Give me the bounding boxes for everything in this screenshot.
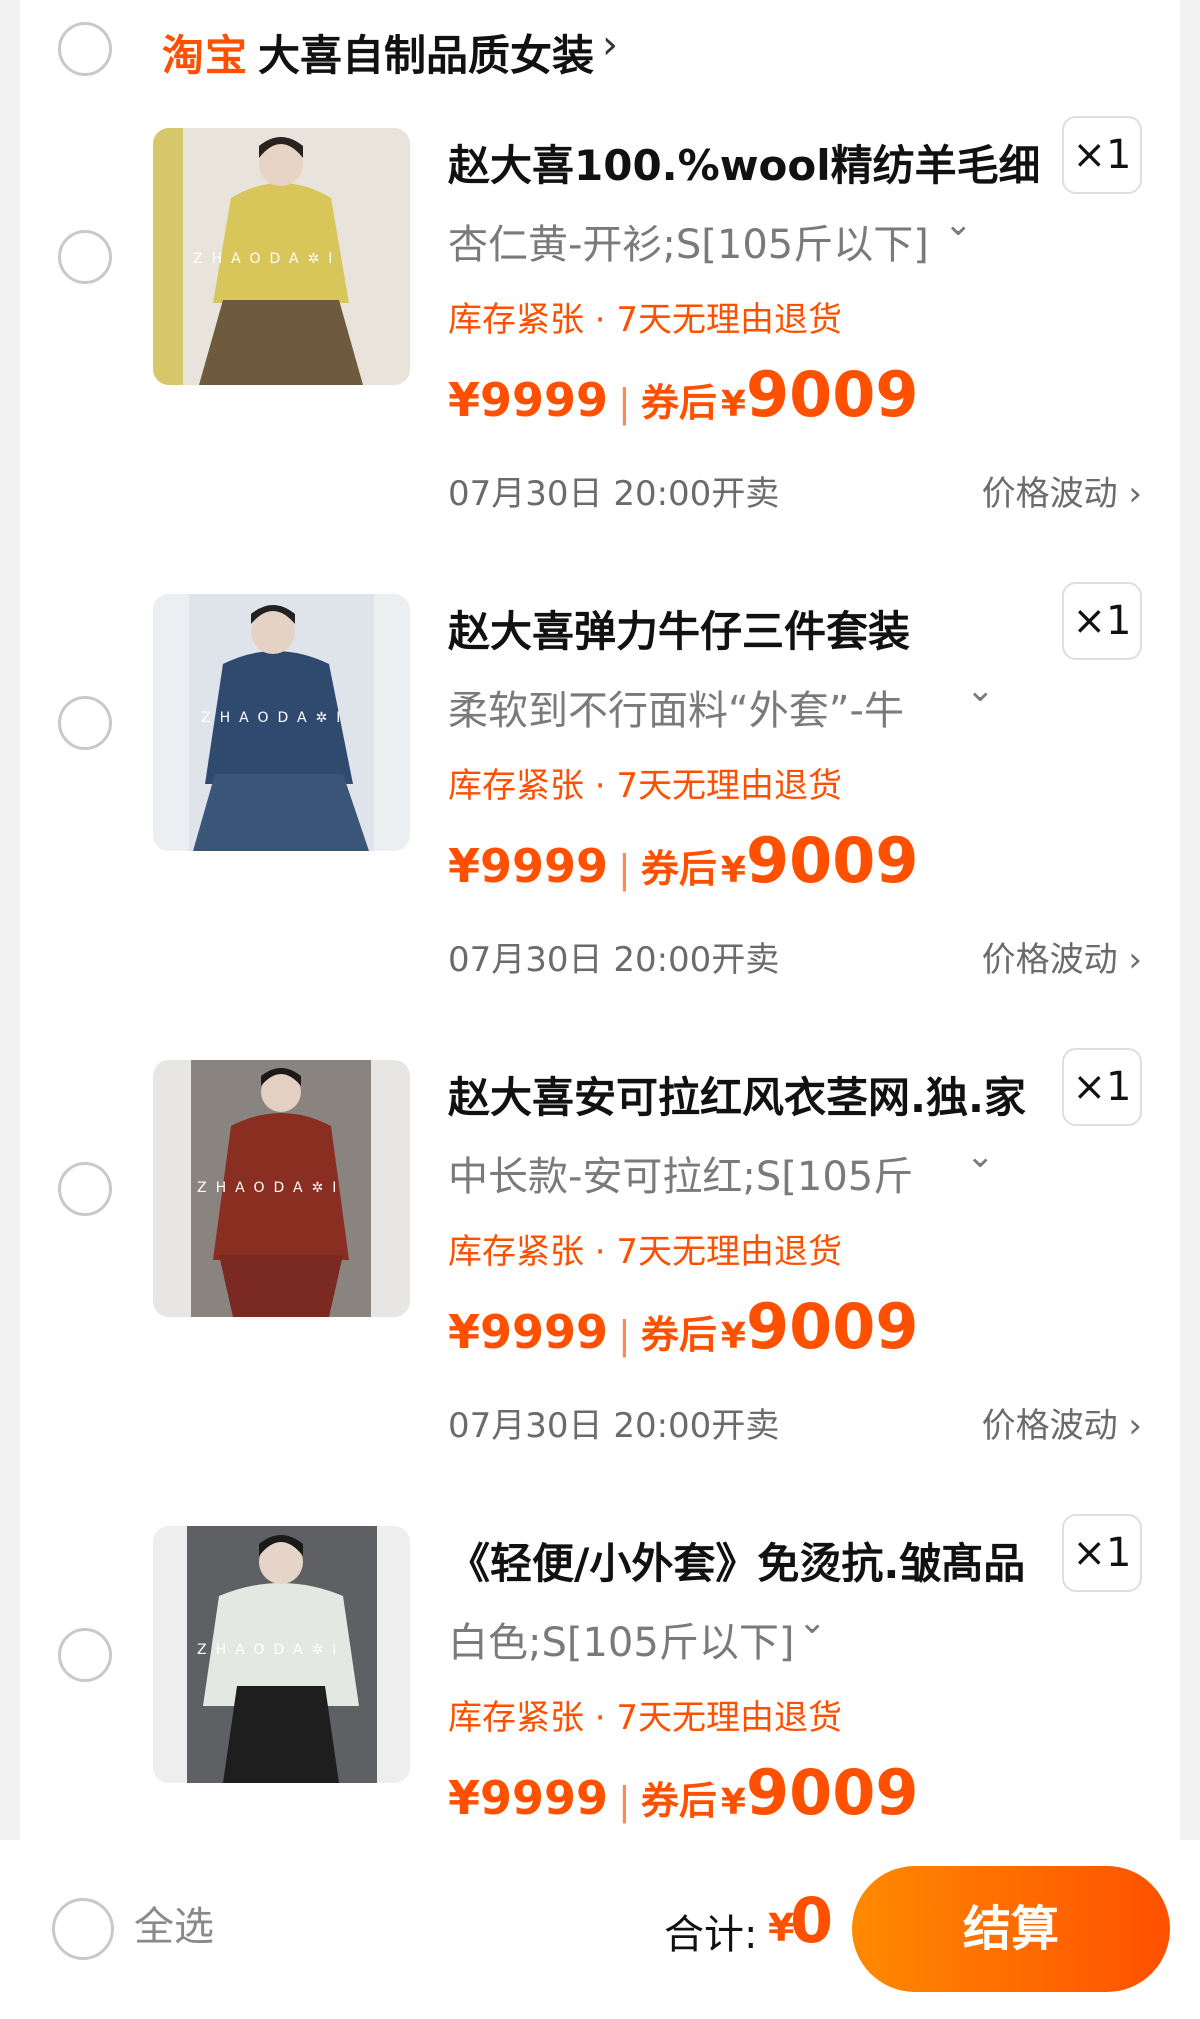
product-title[interactable]: 赵大喜弹力牛仔三件套装: [448, 598, 1038, 659]
price-divider: |: [618, 381, 631, 425]
product-image[interactable]: ZHAODA✲I: [153, 128, 410, 385]
product-title[interactable]: 《轻便/小外套》免烫抗.皱髙品: [448, 1530, 1038, 1591]
final-price: 9009: [745, 1756, 919, 1829]
sale-time: 07月30日 20:00开卖: [448, 1406, 780, 1446]
final-price: 9009: [745, 358, 919, 431]
item-select-radio[interactable]: [58, 1628, 112, 1682]
chevron-down-icon[interactable]: ⌄: [944, 204, 973, 244]
cart-item: ZHAODA✲I 赵大喜100.%wool精纺羊毛细 ×1 杏仁黄-开衫;S[1…: [0, 116, 1200, 593]
product-image[interactable]: ZHAODA✲I: [153, 1060, 410, 1317]
shop-select-radio[interactable]: [58, 22, 112, 76]
product-image-art: ZHAODA✲I: [153, 128, 410, 385]
sku-selector[interactable]: 中长款-安可拉红;S[105斤: [448, 1144, 913, 1202]
price-row: ¥9999 | 券后 ¥9009: [448, 358, 919, 431]
product-image[interactable]: ZHAODA✲I: [153, 1526, 410, 1783]
coupon-label: 券后: [640, 1779, 717, 1823]
product-title[interactable]: 赵大喜100.%wool精纺羊毛细: [448, 132, 1038, 193]
total-label: 合计:: [664, 1912, 758, 1958]
sku-selector[interactable]: 柔软到不行面料“外套”-牛: [448, 678, 904, 736]
price-divider: |: [618, 847, 631, 891]
quantity-button[interactable]: ×1: [1062, 582, 1142, 660]
select-all-label[interactable]: 全选: [134, 1894, 214, 1952]
sale-time: 07月30日 20:00开卖: [448, 940, 780, 980]
price-divider: |: [618, 1313, 631, 1357]
coupon-label: 券后: [640, 1313, 717, 1357]
item-select-radio[interactable]: [58, 230, 112, 284]
item-select-radio[interactable]: [58, 1162, 112, 1216]
total-amount: 0: [790, 1884, 834, 1957]
shop-name[interactable]: 大喜自制品质女装: [258, 22, 594, 83]
product-image-art: ZHAODA✲I: [153, 1060, 410, 1317]
currency-symbol: ¥: [720, 384, 746, 425]
coupon-label: 券后: [640, 847, 717, 891]
checkout-button[interactable]: 结算: [852, 1866, 1170, 1992]
currency-symbol: ¥: [720, 850, 746, 891]
select-all-radio[interactable]: [52, 1898, 114, 1960]
price-row: ¥9999 | 券后 ¥9009: [448, 1756, 919, 1829]
original-price: ¥9999: [448, 1771, 609, 1825]
final-price: 9009: [745, 824, 919, 897]
product-image[interactable]: ZHAODA✲I: [153, 594, 410, 851]
brand-watermark: ZHAODA✲I: [201, 710, 349, 726]
quantity-button[interactable]: ×1: [1062, 116, 1142, 194]
chevron-down-icon[interactable]: ⌄: [966, 1136, 995, 1176]
currency-symbol: ¥: [720, 1316, 746, 1357]
price-fluctuation-link[interactable]: 价格波动 ›: [982, 466, 1142, 515]
sale-time: 07月30日 20:00开卖: [448, 474, 780, 514]
coupon-label: 券后: [640, 381, 717, 425]
chevron-right-icon[interactable]: ›: [602, 22, 618, 68]
taobao-logo: 淘宝: [162, 31, 249, 80]
currency-symbol: ¥: [720, 1782, 746, 1823]
cart-item: ZHAODA✲I 赵大喜弹力牛仔三件套装 ×1 柔软到不行面料“外套”-牛 ⌄ …: [0, 582, 1200, 1059]
product-tags: 库存紧张 · 7天无理由退货: [448, 1698, 843, 1738]
brand-watermark: ZHAODA✲I: [197, 1180, 345, 1196]
brand-watermark: ZHAODA✲I: [193, 251, 341, 267]
sku-selector[interactable]: 白色;S[105斤以下]: [448, 1610, 794, 1668]
product-tags: 库存紧张 · 7天无理由退货: [448, 766, 843, 806]
price-row: ¥9999 | 券后 ¥9009: [448, 1290, 919, 1363]
cart-item: ZHAODA✲I 赵大喜安可拉红风衣茎网.独.家 ×1 中长款-安可拉红;S[1…: [0, 1048, 1200, 1525]
product-title[interactable]: 赵大喜安可拉红风衣茎网.独.家: [448, 1064, 1038, 1125]
product-tags: 库存紧张 · 7天无理由退货: [448, 300, 843, 340]
original-price: ¥9999: [448, 839, 609, 893]
brand-watermark: ZHAODA✲I: [197, 1642, 345, 1658]
price-divider: |: [618, 1779, 631, 1823]
quantity-button[interactable]: ×1: [1062, 1514, 1142, 1592]
price-fluctuation-link[interactable]: 价格波动 ›: [982, 932, 1142, 981]
item-select-radio[interactable]: [58, 696, 112, 750]
price-fluctuation-link[interactable]: 价格波动 ›: [982, 1398, 1142, 1447]
product-image-art: ZHAODA✲I: [153, 1526, 410, 1783]
original-price: ¥9999: [448, 1305, 609, 1359]
original-price: ¥9999: [448, 373, 609, 427]
product-image-art: ZHAODA✲I: [153, 594, 410, 851]
checkout-bar: 全选 合计: ¥ 0 结算: [0, 1840, 1200, 2019]
sku-selector[interactable]: 杏仁黄-开衫;S[105斤以下]: [448, 212, 929, 270]
shop-header[interactable]: 淘宝 大喜自制品质女装 ›: [0, 0, 1200, 100]
product-tags: 库存紧张 · 7天无理由退货: [448, 1232, 843, 1272]
quantity-button[interactable]: ×1: [1062, 1048, 1142, 1126]
chevron-down-icon[interactable]: ⌄: [798, 1602, 827, 1642]
chevron-down-icon[interactable]: ⌄: [966, 670, 995, 710]
final-price: 9009: [745, 1290, 919, 1363]
price-row: ¥9999 | 券后 ¥9009: [448, 824, 919, 897]
